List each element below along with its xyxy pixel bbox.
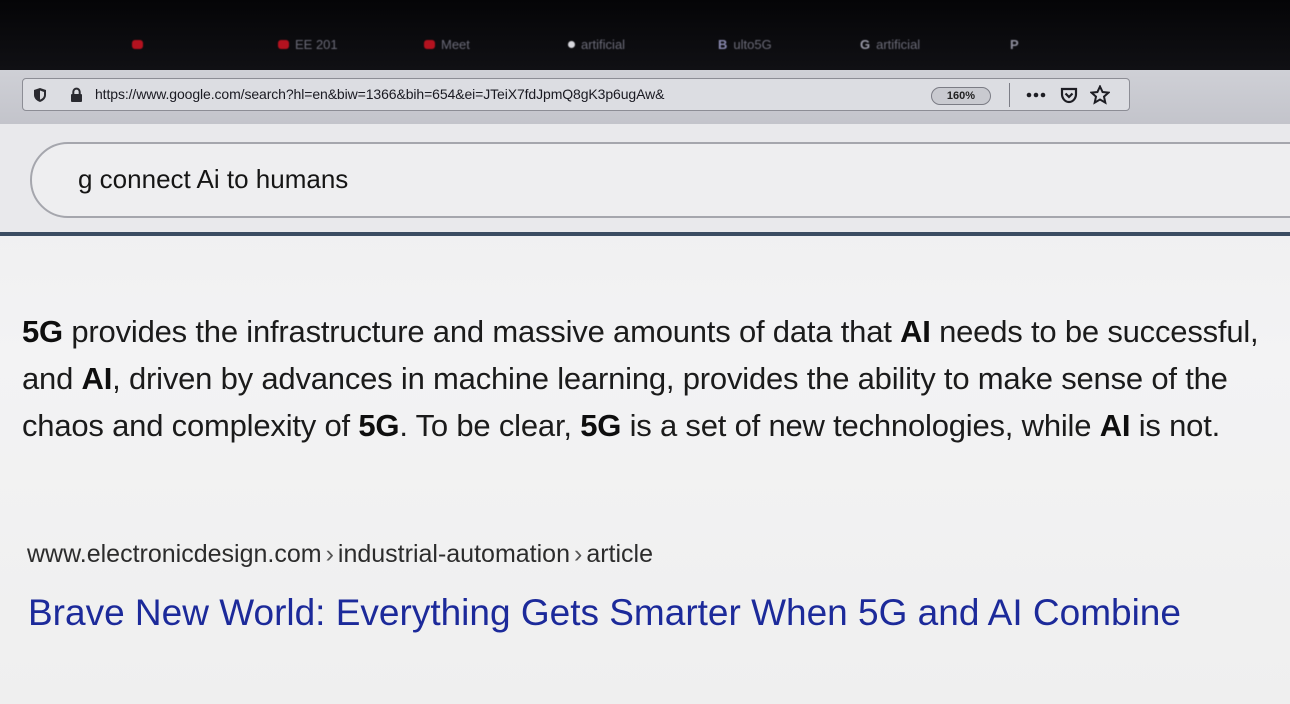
tab-label: artificial	[876, 36, 921, 52]
featured-snippet: 5G provides the infrastructure and massi…	[22, 308, 1277, 449]
breadcrumb-separator: ›	[573, 540, 583, 568]
bookmark-star-icon[interactable]	[1090, 85, 1110, 105]
snippet-bold: AI	[81, 361, 113, 396]
lock-icon[interactable]	[70, 87, 83, 103]
pocket-icon[interactable]	[1060, 87, 1078, 104]
tab-label: artificial	[581, 36, 626, 52]
address-bar[interactable]: https://www.google.com/search?hl=en&biw=…	[22, 78, 1130, 111]
snippet-text: is a set of new technologies, while	[621, 408, 1100, 443]
video-icon	[424, 39, 435, 49]
tab-bar: EE 201 Meet artificial B ulto5G G artifi…	[0, 0, 1290, 70]
breadcrumb-separator: ›	[325, 540, 334, 568]
shield-icon[interactable]	[33, 87, 47, 103]
tab-6[interactable]: G artificial	[860, 34, 920, 54]
zoom-level-badge[interactable]: 160%	[931, 87, 991, 105]
toolbar-divider	[1009, 83, 1010, 107]
snippet-text: provides the infrastructure and massive …	[62, 314, 901, 349]
browser-screen: EE 201 Meet artificial B ulto5G G artifi…	[0, 0, 1290, 704]
google-icon: G	[860, 36, 871, 52]
snippet-bold: AI	[900, 314, 931, 349]
more-actions-icon[interactable]	[1025, 85, 1047, 105]
snippet-bold: 5G	[358, 408, 400, 443]
breadcrumb-segment: industrial-automation	[337, 540, 570, 568]
snippet-bold: 5G	[22, 314, 63, 349]
search-query-text[interactable]: g connect Ai to humans	[78, 164, 348, 195]
tab-label: ulto5G	[733, 36, 772, 52]
page-content: g connect Ai to humans 5G provides the i…	[0, 124, 1290, 704]
video-icon	[278, 39, 289, 49]
snippet-bold: 5G	[580, 408, 622, 443]
tab-1[interactable]	[132, 34, 149, 54]
result-title-link[interactable]: Brave New World: Everything Gets Smarter…	[28, 586, 1258, 639]
tab-7[interactable]: P	[1010, 34, 1025, 54]
video-icon	[132, 39, 143, 49]
b-icon: B	[718, 36, 728, 52]
url-text[interactable]: https://www.google.com/search?hl=en&biw=…	[95, 86, 915, 102]
tab-5[interactable]: B ulto5G	[718, 34, 772, 54]
tab-2[interactable]: EE 201	[278, 34, 338, 54]
breadcrumb-domain: www.electronicdesign.com	[27, 540, 322, 568]
result-breadcrumb[interactable]: www.electronicdesign.com › industrial-auto…	[27, 540, 653, 569]
breadcrumb-segment: article	[586, 540, 653, 568]
dot-icon	[568, 40, 575, 48]
tab-4[interactable]: artificial	[568, 34, 625, 54]
tab-label: EE 201	[295, 36, 338, 52]
search-header: g connect Ai to humans	[0, 124, 1290, 236]
navigation-bar: https://www.google.com/search?hl=en&biw=…	[0, 70, 1290, 124]
tab-label: Meet	[441, 36, 470, 52]
tab-3[interactable]: Meet	[424, 34, 470, 54]
p-icon: P	[1010, 36, 1019, 52]
snippet-text: . To be clear,	[399, 408, 581, 443]
snippet-text: is not.	[1130, 408, 1221, 443]
snippet-bold: AI	[1099, 408, 1131, 443]
